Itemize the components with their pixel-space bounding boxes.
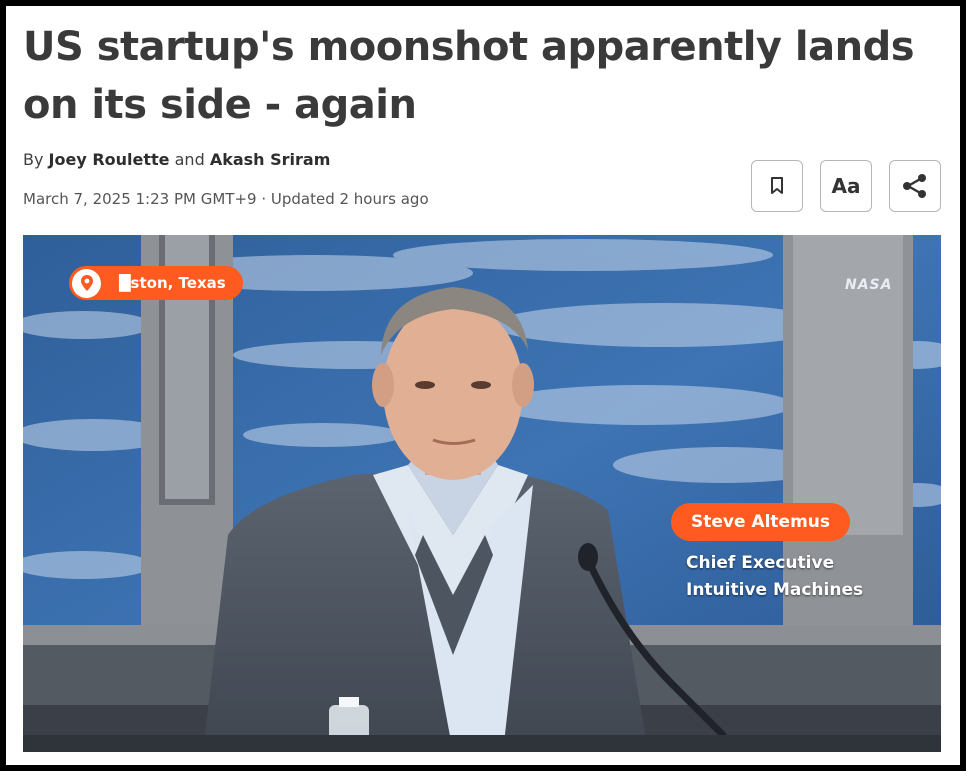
article-headline: US startup's moonshot apparently lands o… — [23, 24, 915, 128]
share-button[interactable] — [889, 160, 941, 212]
bookmark-icon — [771, 177, 783, 194]
speaker-organization: Intuitive Machines — [686, 580, 864, 600]
location-badge: █ston, Texas — [69, 266, 243, 300]
bookmark-button[interactable] — [751, 160, 803, 212]
location-pin-icon — [72, 268, 101, 298]
text-size-label: Aa — [831, 174, 861, 198]
author-link-1[interactable]: Joey Roulette — [49, 150, 170, 169]
author-link-2[interactable]: Akash Sriram — [210, 150, 331, 169]
article-toolbar: Aa — [751, 160, 941, 212]
byline-prefix: By — [23, 150, 44, 169]
video-frame-image — [23, 235, 941, 752]
nasa-logo: NASA — [845, 277, 893, 293]
text-size-button[interactable]: Aa — [820, 160, 872, 212]
article-dateline: March 7, 2025 1:23 PM GMT+9 · Updated 2 … — [23, 190, 429, 208]
video-player[interactable]: █ston, Texas NASA Steve Altemus Chief Ex… — [23, 235, 941, 752]
byline: By Joey Roulette and Akash Sriram — [23, 150, 330, 169]
byline-and: and — [174, 150, 205, 169]
speaker-title: Chief Executive — [686, 553, 835, 573]
speaker-name-badge: Steve Altemus — [671, 503, 851, 541]
article-frame: US startup's moonshot apparently lands o… — [6, 6, 960, 765]
location-label: █ston, Texas — [119, 274, 226, 292]
share-icon — [903, 174, 926, 198]
